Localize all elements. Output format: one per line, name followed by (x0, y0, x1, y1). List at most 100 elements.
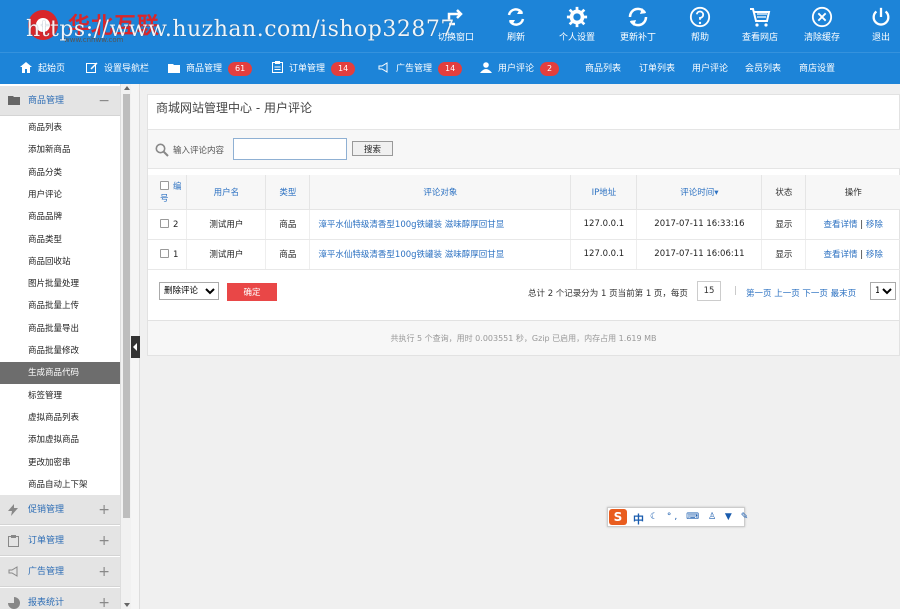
search-input[interactable] (233, 138, 347, 160)
sidebar-section-promotion[interactable]: 促销管理 + (0, 495, 120, 525)
view-detail-link[interactable]: 查看详情 (824, 250, 858, 260)
clipboard-icon (272, 61, 283, 73)
sidebar-section-reports[interactable]: 报表统计 + (0, 588, 120, 609)
row-time: 2017-07-11 16:33:16 (636, 209, 763, 240)
ime-toolbar[interactable]: S 中 ☾ °, ⌨ ♙ ▼ ✎ (607, 507, 748, 527)
toolbar-label: 刷新 (506, 33, 525, 43)
search-button[interactable]: 搜索 (352, 141, 393, 156)
sidebar-item[interactable]: 图片批量处理 (0, 273, 120, 296)
row-target-link[interactable]: 漳平水仙特级清香型100g铁罐装 滋味醇厚回甘显 (318, 220, 504, 230)
row-status: 显示 (761, 209, 807, 240)
table-header-row: 编号 用户名 类型 评论对象 IP地址 评论时间▾ 状态 操作 (148, 175, 900, 210)
cart-icon (750, 8, 771, 27)
row-time: 2017-07-11 16:06:11 (636, 239, 763, 270)
nav-comments[interactable]: 用户评论 2 (480, 53, 560, 85)
bulk-action-select[interactable]: 删除评论 (159, 282, 219, 300)
toolbar-label: 个人设置 (558, 33, 595, 43)
nav-ads[interactable]: 广告管理 14 (378, 53, 463, 85)
nav-set-navbar[interactable]: 设置导航栏 (86, 53, 149, 85)
sidebar-toggle-arrow-icon[interactable] (131, 336, 140, 358)
col-type[interactable]: 类型 (265, 175, 311, 210)
select-all-checkbox[interactable] (160, 180, 169, 190)
page-select[interactable]: 1 (870, 282, 896, 300)
ime-lang-indicator[interactable]: 中 (633, 511, 644, 527)
confirm-button[interactable]: 确定 (227, 283, 277, 301)
row-checkbox[interactable] (160, 218, 169, 228)
sidebar-item[interactable]: 商品品牌 (0, 206, 120, 229)
refresh-icon (507, 8, 525, 26)
row-checkbox[interactable] (160, 248, 169, 258)
pagination-bar: 删除评论 确定 总计 2 个记录分为 1 页当前第 1 页，每页 15 | 第一… (148, 277, 900, 313)
sidebar-item[interactable]: 商品批量上传 (0, 295, 120, 318)
nav-home[interactable]: 起始页 (20, 53, 65, 85)
sidebar-item[interactable]: 商品批量导出 (0, 317, 120, 340)
sidebar-item[interactable]: 生成商品代码 (0, 362, 120, 385)
sidebar-item[interactable]: 添加虚拟商品 (0, 429, 120, 452)
page-nav-links[interactable]: 第一页 上一页 下一页 最末页 (746, 287, 856, 299)
nav-goods[interactable]: 商品管理 61 (168, 53, 253, 85)
clear-cache-icon (811, 6, 833, 28)
col-status[interactable]: 状态 (761, 175, 807, 210)
sidebar-section-label: 报表统计 (28, 598, 65, 608)
sidebar-item[interactable]: 商品回收站 (0, 250, 120, 273)
search-bar: 输入评论内容 搜索 (148, 129, 900, 169)
view-detail-link[interactable]: 查看详情 (824, 220, 858, 230)
row-actions: 查看详情 | 移除 (805, 209, 900, 240)
scroll-down-arrow-icon[interactable] (124, 603, 130, 607)
sidebar-item[interactable]: 更改加密串 (0, 451, 120, 474)
expand-plus-icon: + (98, 595, 110, 609)
sidebar-section-label: 订单管理 (28, 536, 65, 546)
sidebar-scrollbar[interactable] (120, 84, 131, 609)
nav-link-shop-settings[interactable]: 商店设置 (799, 53, 835, 85)
toolbar-help[interactable]: 帮助 (680, 0, 720, 52)
scroll-up-arrow-icon[interactable] (124, 86, 130, 90)
col-username[interactable]: 用户名 (186, 175, 267, 210)
remove-link[interactable]: 移除 (866, 220, 883, 230)
nav-link-goods-list[interactable]: 商品列表 (585, 53, 621, 85)
sidebar-item[interactable]: 用户评论 (0, 183, 120, 206)
sidebar-item[interactable]: 商品分类 (0, 161, 120, 184)
toolbar-clear-cache[interactable]: 清除缓存 (800, 0, 844, 52)
col-time[interactable]: 评论时间▾ (636, 175, 763, 210)
pager-divider: | (734, 286, 738, 296)
toolbar-view-shop[interactable]: 查看网店 (738, 0, 782, 52)
sidebar-item[interactable]: 虚拟商品列表 (0, 406, 120, 429)
toolbar-update[interactable]: 更新补丁 (616, 0, 660, 52)
col-ip[interactable]: IP地址 (570, 175, 638, 210)
help-icon (689, 6, 711, 28)
row-target-link[interactable]: 漳平水仙特级清香型100g铁罐装 滋味醇厚回甘显 (318, 250, 504, 260)
expand-plus-icon: + (98, 564, 110, 580)
nav-link-user-comments[interactable]: 用户评论 (692, 53, 728, 85)
nav-orders[interactable]: 订单管理 14 (272, 53, 356, 85)
scrollbar-thumb[interactable] (123, 94, 130, 518)
search-icon (155, 143, 169, 157)
remove-link[interactable]: 移除 (866, 250, 883, 260)
ime-tools-icon[interactable]: ☾ °, ⌨ ♙ ▼ ✎ (650, 512, 751, 522)
sidebar-item[interactable]: 商品自动上下架 (0, 473, 120, 496)
comments-count-badge: 2 (540, 62, 560, 76)
sidebar-item[interactable]: 标签管理 (0, 384, 120, 407)
nav-link-order-list[interactable]: 订单列表 (639, 53, 675, 85)
row-id: 1 (173, 249, 179, 260)
sidebar-item[interactable]: 商品列表 (0, 117, 120, 139)
nav-link-member-list[interactable]: 会员列表 (745, 53, 781, 85)
per-page-input[interactable]: 15 (697, 281, 721, 301)
toolbar-logout[interactable]: 退出 (862, 0, 900, 52)
folder-icon (8, 96, 20, 105)
top-bar: 华北互联 www.cnhww.com 切换窗口 刷新 个人设置 更新补丁 帮助 … (0, 0, 900, 52)
toolbar-settings[interactable]: 个人设置 (555, 0, 599, 52)
sidebar-section-orders[interactable]: 订单管理 + (0, 526, 120, 556)
sidebar-section-goods[interactable]: 商品管理 − (0, 86, 120, 116)
nav-goods-label: 商品管理 (186, 64, 223, 74)
toolbar-refresh[interactable]: 刷新 (496, 0, 536, 52)
row-id-cell: 1 (148, 239, 188, 270)
toolbar-label: 退出 (871, 33, 890, 43)
sidebar-item[interactable]: 添加新商品 (0, 139, 120, 162)
megaphone-icon (8, 566, 18, 577)
sidebar-item[interactable]: 商品批量修改 (0, 340, 120, 362)
col-target[interactable]: 评论对象 (309, 175, 572, 210)
select-all-cell: 编号 (148, 175, 188, 210)
ads-count-badge: 14 (438, 62, 463, 76)
sidebar-item[interactable]: 商品类型 (0, 228, 120, 251)
sidebar-section-ads[interactable]: 广告管理 + (0, 557, 120, 587)
